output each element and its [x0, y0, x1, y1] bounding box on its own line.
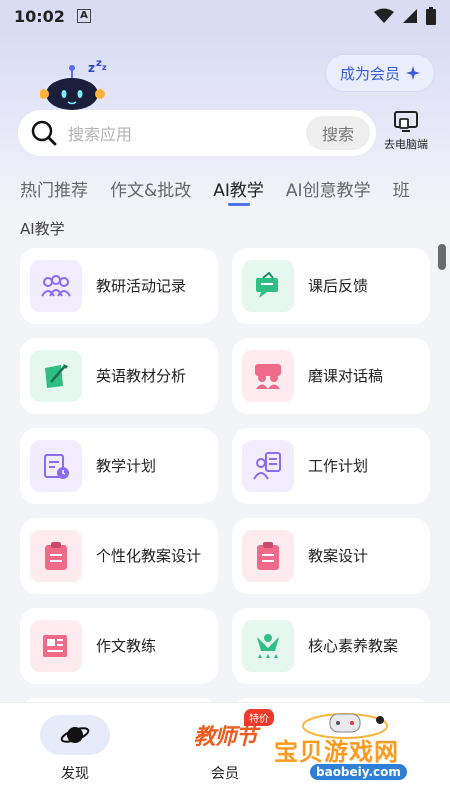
become-member-label: 成为会员 [339, 64, 400, 83]
go-to-pc-label: 去电脑端 [384, 138, 428, 151]
tab-hot[interactable]: 热门推荐 [20, 168, 88, 212]
battery-icon [426, 7, 436, 25]
status-bar: 10:02 A [0, 0, 450, 32]
card-label: 课后反馈 [308, 277, 369, 295]
tab-ai-creative[interactable]: AI创意教学 [286, 168, 371, 212]
signal-icon [403, 9, 417, 23]
card-work-plan[interactable]: 工作计划 [232, 428, 430, 504]
sparkle-icon [406, 66, 420, 80]
svg-text:z: z [88, 61, 95, 75]
card-label: 核心素养教案 [308, 637, 399, 655]
card-label: 作文教练 [96, 637, 157, 655]
tab-ai-teaching[interactable]: AI教学 [213, 168, 264, 212]
nav-discover[interactable]: 发现 [40, 715, 110, 785]
card-label: 个性化教案设计 [96, 547, 202, 565]
card-essay-coach[interactable]: 作文教练 [20, 608, 218, 684]
nav-member-label: 会员 [211, 766, 239, 782]
book-pen-icon [30, 350, 82, 402]
search-icon [31, 120, 57, 146]
watermark-url: baobeiy.com [310, 764, 407, 780]
clipboard-icon [242, 530, 294, 582]
watermark-logo: 宝贝游戏网 baobeiy.com [270, 706, 445, 796]
section-title: AI教学 [20, 220, 65, 238]
robot-mascot-icon: z z z [40, 58, 107, 112]
dialogue-icon [242, 350, 294, 402]
group-icon [30, 260, 82, 312]
search-button[interactable]: 搜索 [306, 116, 370, 150]
category-tabs: 热门推荐 作文&批改 AI教学 AI创意教学 班 [0, 168, 450, 212]
card-teaching-plan[interactable]: 教学计划 [20, 428, 218, 504]
teachers-day-logo: 教师节 特价 [180, 709, 274, 755]
card-label: 教案设计 [308, 547, 369, 565]
app-grid: 教研活动记录 课后反馈 英语教材分析 磨课对话稿 教学计划 工作计划 个性化教案… [0, 248, 450, 702]
become-member-button[interactable]: 成为会员 [325, 54, 435, 92]
card-label: 教学计划 [96, 457, 157, 475]
card-lesson-plan-design[interactable]: 教案设计 [232, 518, 430, 594]
tab-essay[interactable]: 作文&批改 [110, 168, 191, 212]
planet-icon [60, 727, 90, 743]
trophy-person-icon [242, 620, 294, 672]
card-after-class-feedback[interactable]: 课后反馈 [232, 248, 430, 324]
card-label: 英语教材分析 [96, 367, 187, 385]
search-bar[interactable]: 搜索应用 搜索 [18, 110, 376, 156]
card-label: 磨课对话稿 [308, 367, 384, 385]
watermark-title: 宝贝游戏网 [274, 738, 399, 766]
computer-icon [394, 111, 418, 132]
feedback-icon [242, 260, 294, 312]
card-lesson-dialogue[interactable]: 磨课对话稿 [232, 338, 430, 414]
wifi-icon [374, 8, 394, 23]
notification-icon: A [76, 9, 91, 23]
status-time: 10:02 [14, 6, 65, 26]
clipboard-icon [30, 530, 82, 582]
card-label: 教研活动记录 [96, 277, 187, 295]
card-personalized-lesson-plan[interactable]: 个性化教案设计 [20, 518, 218, 594]
plan-icon [30, 440, 82, 492]
scrollbar[interactable] [438, 244, 446, 270]
tab-class[interactable]: 班 [393, 168, 410, 212]
go-to-pc-button[interactable]: 去电脑端 [378, 110, 434, 158]
search-input[interactable]: 搜索应用 [68, 121, 306, 145]
newspaper-icon [30, 620, 82, 672]
card-research-record[interactable]: 教研活动记录 [20, 248, 218, 324]
work-plan-icon [242, 440, 294, 492]
nav-discover-label: 发现 [61, 766, 89, 782]
nav-member[interactable]: 教师节 特价 会员 [180, 709, 274, 795]
card-core-literacy-plan[interactable]: 核心素养教案 [232, 608, 430, 684]
card-label: 工作计划 [308, 457, 369, 475]
status-indicators [374, 7, 436, 25]
card-english-textbook[interactable]: 英语教材分析 [20, 338, 218, 414]
svg-text:z: z [102, 63, 107, 72]
nav-discover-pill [40, 715, 110, 755]
